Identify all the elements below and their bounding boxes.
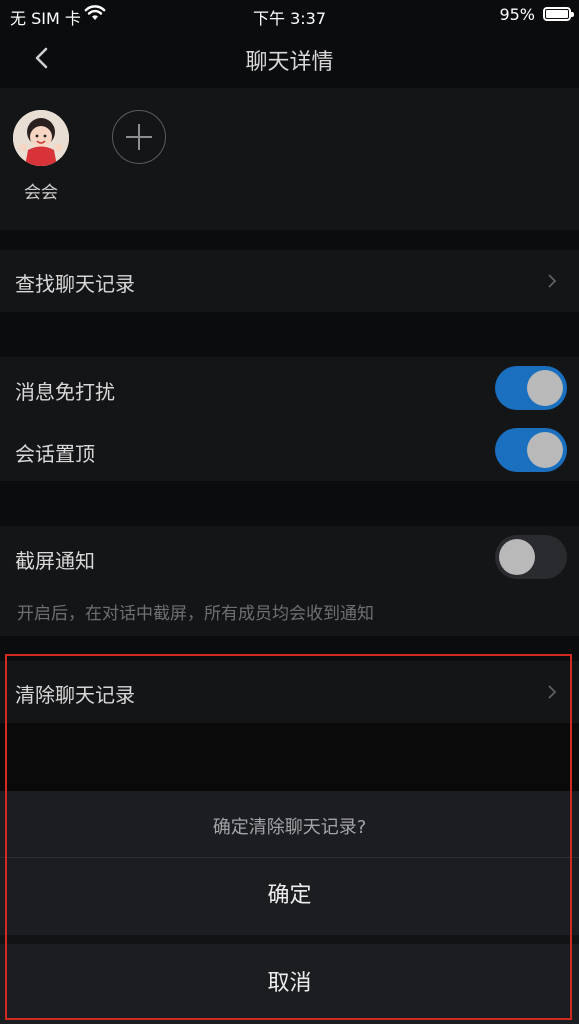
pin-chat-toggle[interactable] xyxy=(495,428,567,472)
avatar-image xyxy=(13,110,69,166)
add-member-button[interactable] xyxy=(112,110,166,164)
screenshot-notify-label: 截屏通知 xyxy=(15,549,95,573)
divider xyxy=(0,935,579,944)
chevron-right-icon xyxy=(548,274,557,288)
action-sheet-message: 确定清除聊天记录? xyxy=(212,817,367,838)
do-not-disturb-toggle[interactable] xyxy=(495,366,567,410)
action-sheet: 确定清除聊天记录? 确定 取消 xyxy=(0,791,579,1024)
search-history-label: 查找聊天记录 xyxy=(15,272,135,296)
page-title: 聊天详情 xyxy=(245,50,334,75)
do-not-disturb-label: 消息免打扰 xyxy=(15,380,115,404)
settings-group: 消息免打扰 会话置顶 xyxy=(0,357,579,481)
screenshot-notify-group: 截屏通知 开启后，在对话中截屏，所有成员均会收到通知 xyxy=(0,526,579,636)
clock: 下午 3:37 xyxy=(252,9,327,28)
battery-percent: 95% xyxy=(499,5,535,24)
confirm-button[interactable]: 确定 xyxy=(0,857,579,935)
member-name: 会会 xyxy=(24,183,58,203)
search-history-row[interactable]: 查找聊天记录 xyxy=(0,250,579,312)
member-section: 会会 xyxy=(0,88,579,230)
avatar[interactable] xyxy=(13,110,69,166)
clear-history-row[interactable]: 清除聊天记录 xyxy=(0,661,579,723)
chevron-right-icon xyxy=(548,685,557,699)
pin-chat-label: 会话置顶 xyxy=(15,442,95,466)
status-bar: 无 SIM 卡 下午 3:37 95% xyxy=(0,0,579,30)
nav-bar: 聊天详情 xyxy=(0,30,579,88)
cancel-button[interactable]: 取消 xyxy=(0,944,579,1024)
clear-history-label: 清除聊天记录 xyxy=(15,683,135,707)
dim-overlay[interactable] xyxy=(0,723,579,791)
screenshot-notify-hint: 开启后，在对话中截屏，所有成员均会收到通知 xyxy=(17,604,374,624)
battery-icon xyxy=(543,7,574,21)
screenshot-notify-toggle[interactable] xyxy=(495,535,567,579)
